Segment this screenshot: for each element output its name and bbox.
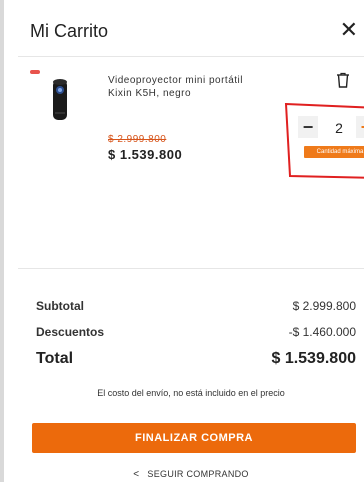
trash-icon[interactable] xyxy=(336,72,350,88)
sale-price: $ 1.539.800 xyxy=(108,147,183,162)
total-value: $ 1.539.800 xyxy=(271,350,356,367)
continue-shopping-label: SEGUIR COMPRANDO xyxy=(147,469,249,479)
page-background-edge xyxy=(0,0,4,482)
discount-label: Descuentos xyxy=(36,325,105,339)
brand-badge-icon xyxy=(30,70,40,74)
subtotal-value: $ 2.999.800 xyxy=(292,299,356,313)
increase-quantity-button[interactable]: + xyxy=(356,116,364,138)
cart-title: Mi Carrito xyxy=(30,21,109,41)
total-label: Total xyxy=(36,350,74,367)
chevron-left-icon: < xyxy=(133,469,140,480)
continue-shopping-link[interactable]: < SEGUIR COMPRANDO xyxy=(18,469,364,480)
discount-value: -$ 1.460.000 xyxy=(288,325,356,339)
max-quantity-badge: Cantidad máxima xyxy=(304,146,364,158)
cart-header: Mi Carrito ✕ xyxy=(18,16,364,54)
cart-drawer: Mi Carrito ✕ Videoproyector mini portáti… xyxy=(18,0,364,482)
red-annotation-marker xyxy=(284,102,364,179)
subtotal-label: Subtotal xyxy=(36,299,84,313)
shipping-note: El costo del envío, no está incluido en … xyxy=(97,388,285,398)
original-price: $ 2.999.800 xyxy=(108,134,167,145)
product-name[interactable]: Videoproyector mini portátil Kixin K5H, … xyxy=(108,74,248,100)
quantity-stepper: − + xyxy=(298,116,364,140)
decrease-quantity-button[interactable]: − xyxy=(298,116,318,138)
close-icon[interactable]: ✕ xyxy=(340,18,358,42)
quantity-input[interactable] xyxy=(324,116,354,140)
checkout-button[interactable]: FINALIZAR COMPRA xyxy=(32,423,356,453)
cart-summary: Subtotal $ 2.999.800 Descuentos -$ 1.460… xyxy=(18,268,364,483)
header-divider xyxy=(18,56,364,57)
product-image[interactable] xyxy=(50,76,70,122)
